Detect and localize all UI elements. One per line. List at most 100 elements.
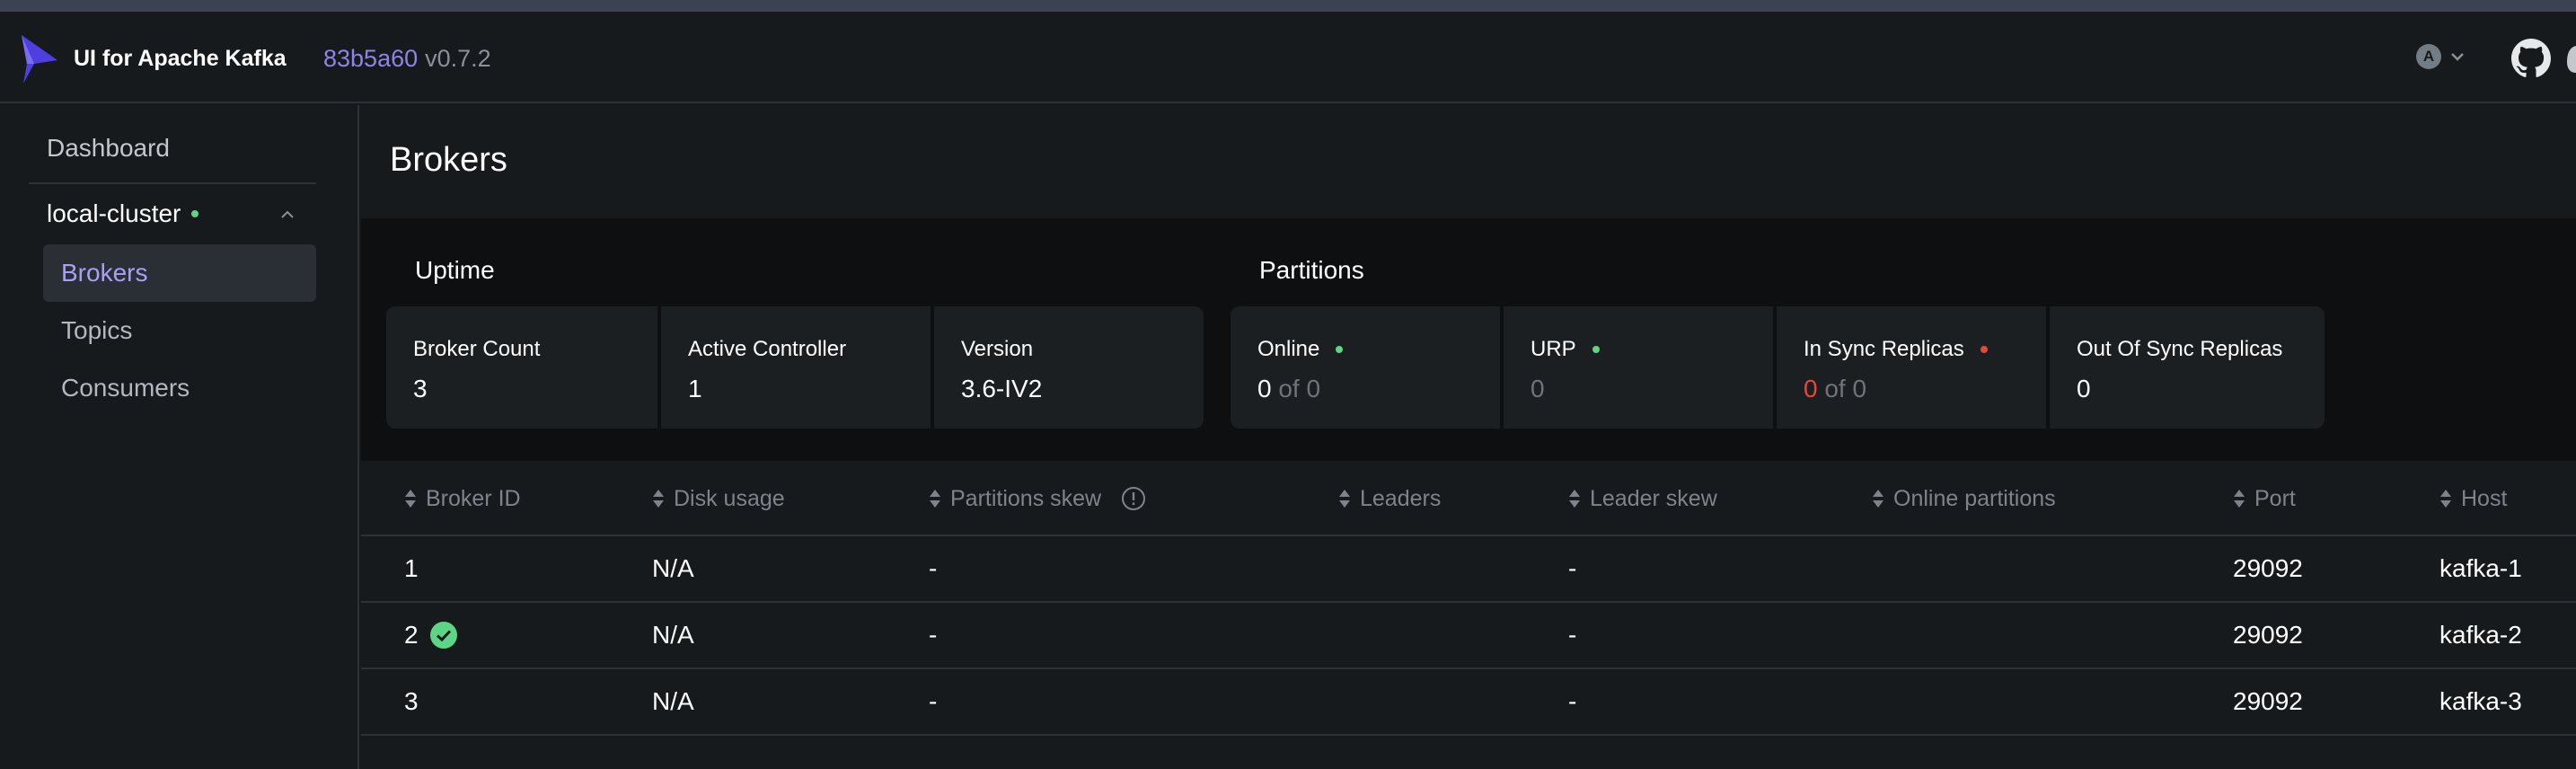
- sidebar-item-dashboard[interactable]: Dashboard: [47, 134, 170, 163]
- leader-skew-cell: -: [1568, 687, 1577, 715]
- partitions-title: Partitions: [1259, 256, 1364, 284]
- info-icon[interactable]: [1121, 486, 1146, 511]
- column-label: Partitions skew: [950, 485, 1102, 511]
- column-header-leaders[interactable]: Leaders: [1338, 461, 1441, 536]
- card-value: 0: [2077, 375, 2091, 402]
- page-title: Brokers: [390, 141, 507, 179]
- column-header-port[interactable]: Port: [2233, 461, 2296, 536]
- card-value: 3.6-IV2: [961, 375, 1043, 402]
- card-label-row: Online: [1257, 337, 1473, 362]
- card-label: URP: [1531, 337, 1576, 361]
- sort-icon: [1873, 490, 1883, 508]
- main-content: Brokers Uptime Broker Count 3 Active Con…: [361, 105, 2576, 769]
- discord-icon[interactable]: [2563, 42, 2576, 75]
- sidebar: Dashboard local-cluster Brokers Topics C…: [0, 105, 359, 769]
- card-label: In Sync Replicas: [1804, 337, 1964, 361]
- port-cell: 29092: [2233, 554, 2303, 582]
- chevron-up-icon[interactable]: [277, 204, 298, 225]
- sidebar-item-brokers[interactable]: Brokers: [43, 244, 316, 302]
- disk-usage-cell: N/A: [652, 554, 694, 582]
- card-value: 0: [1804, 375, 1818, 402]
- column-label: Port: [2254, 485, 2296, 511]
- column-header-leader-skew[interactable]: Leader skew: [1568, 461, 1717, 536]
- broker-id-cell[interactable]: 1: [404, 536, 419, 601]
- column-header-partitions-skew[interactable]: Partitions skew: [929, 461, 1146, 536]
- card-value: 0: [1257, 375, 1272, 402]
- sort-icon: [405, 490, 416, 508]
- port-cell: 29092: [2233, 621, 2303, 649]
- kafka-logo-icon[interactable]: [18, 33, 61, 85]
- account-menu[interactable]: A: [2416, 44, 2466, 69]
- metrics-panel: Uptime Broker Count 3 Active Controller …: [361, 218, 2576, 461]
- app-title[interactable]: UI for Apache Kafka: [74, 42, 287, 75]
- card-label-row: In Sync Replicas: [1804, 337, 2019, 362]
- sidebar-item-topics[interactable]: Topics: [43, 302, 316, 359]
- status-dot: [1980, 346, 1988, 353]
- status-dot: [1336, 346, 1344, 353]
- sidebar-cluster-toggle[interactable]: local-cluster: [47, 199, 199, 228]
- active-controller-card: Active Controller 1: [661, 306, 931, 429]
- column-header-disk-usage[interactable]: Disk usage: [652, 461, 785, 536]
- column-label: Online partitions: [1893, 485, 2056, 511]
- card-label: Version: [961, 337, 1034, 361]
- disk-usage-cell: N/A: [652, 687, 694, 715]
- sort-icon: [1339, 490, 1350, 508]
- partitions-skew-cell: -: [929, 687, 938, 715]
- cluster-status-dot: [191, 210, 199, 217]
- commit-hash-link[interactable]: 83b5a60: [323, 45, 418, 72]
- table-row[interactable]: 2 N/A - - 29092 kafka-2: [361, 603, 2576, 669]
- partitions-skew-cell: -: [929, 554, 938, 582]
- card-label: Out Of Sync Replicas: [2077, 337, 2283, 361]
- column-label: Broker ID: [426, 485, 521, 511]
- sidebar-item-consumers[interactable]: Consumers: [43, 359, 316, 417]
- github-icon[interactable]: [2511, 39, 2551, 78]
- port-cell: 29092: [2233, 687, 2303, 715]
- version-info: 83b5a60 v0.7.2: [323, 42, 491, 75]
- card-value: 3: [413, 375, 428, 402]
- sort-icon: [2440, 490, 2451, 508]
- browser-top-strip: [0, 0, 2576, 12]
- online-partitions-card: Online 0 of 0: [1231, 306, 1500, 429]
- leader-skew-cell: -: [1568, 554, 1577, 582]
- cluster-name: local-cluster: [47, 199, 181, 227]
- table-header-row: Broker ID Disk usage Partitions skew Lea…: [361, 461, 2576, 536]
- column-header-host[interactable]: Host: [2439, 461, 2507, 536]
- check-circle-icon: [429, 622, 457, 649]
- uptime-title: Uptime: [415, 256, 495, 284]
- host-cell: kafka-2: [2439, 621, 2522, 649]
- account-avatar-icon: A: [2416, 44, 2441, 69]
- app-header: UI for Apache Kafka 83b5a60 v0.7.2 A: [0, 12, 2576, 103]
- column-label: Disk usage: [674, 485, 785, 511]
- card-label: Online: [1257, 337, 1320, 361]
- broker-id-cell[interactable]: 2: [404, 603, 458, 667]
- card-label-row: URP: [1531, 337, 1746, 362]
- broker-id-cell[interactable]: 3: [404, 669, 419, 734]
- broker-id: 2: [404, 621, 419, 649]
- table-row[interactable]: 1 N/A - - 29092 kafka-1: [361, 536, 2576, 603]
- urp-card: URP 0: [1504, 306, 1773, 429]
- card-value-row: 0 of 0: [1257, 375, 1473, 403]
- card-value: 1: [688, 375, 702, 402]
- card-label: Active Controller: [688, 337, 847, 361]
- sort-icon: [930, 490, 940, 508]
- chevron-down-icon: [2451, 53, 2464, 61]
- column-label: Leaders: [1360, 485, 1442, 511]
- broker-count-card: Broker Count 3: [386, 306, 657, 429]
- column-label: Host: [2461, 485, 2508, 511]
- card-value-total: of 0: [1824, 375, 1867, 402]
- disk-usage-cell: N/A: [652, 621, 694, 649]
- leader-skew-cell: -: [1568, 621, 1577, 649]
- out-of-sync-replicas-card: Out Of Sync Replicas 0: [2050, 306, 2325, 429]
- sort-icon: [1569, 490, 1580, 508]
- card-value-row: 0 of 0: [1804, 375, 2019, 403]
- column-header-online-partitions[interactable]: Online partitions: [1872, 461, 2056, 536]
- in-sync-replicas-card: In Sync Replicas 0 of 0: [1777, 306, 2046, 429]
- sort-icon: [653, 490, 664, 508]
- sort-icon: [2234, 490, 2245, 508]
- card-value: 0: [1531, 375, 1545, 402]
- column-label: Leader skew: [1590, 485, 1717, 511]
- table-row[interactable]: 3 N/A - - 29092 kafka-3: [361, 669, 2576, 736]
- sidebar-divider: [29, 182, 316, 184]
- column-header-broker-id[interactable]: Broker ID: [404, 461, 521, 536]
- status-dot: [1592, 346, 1600, 353]
